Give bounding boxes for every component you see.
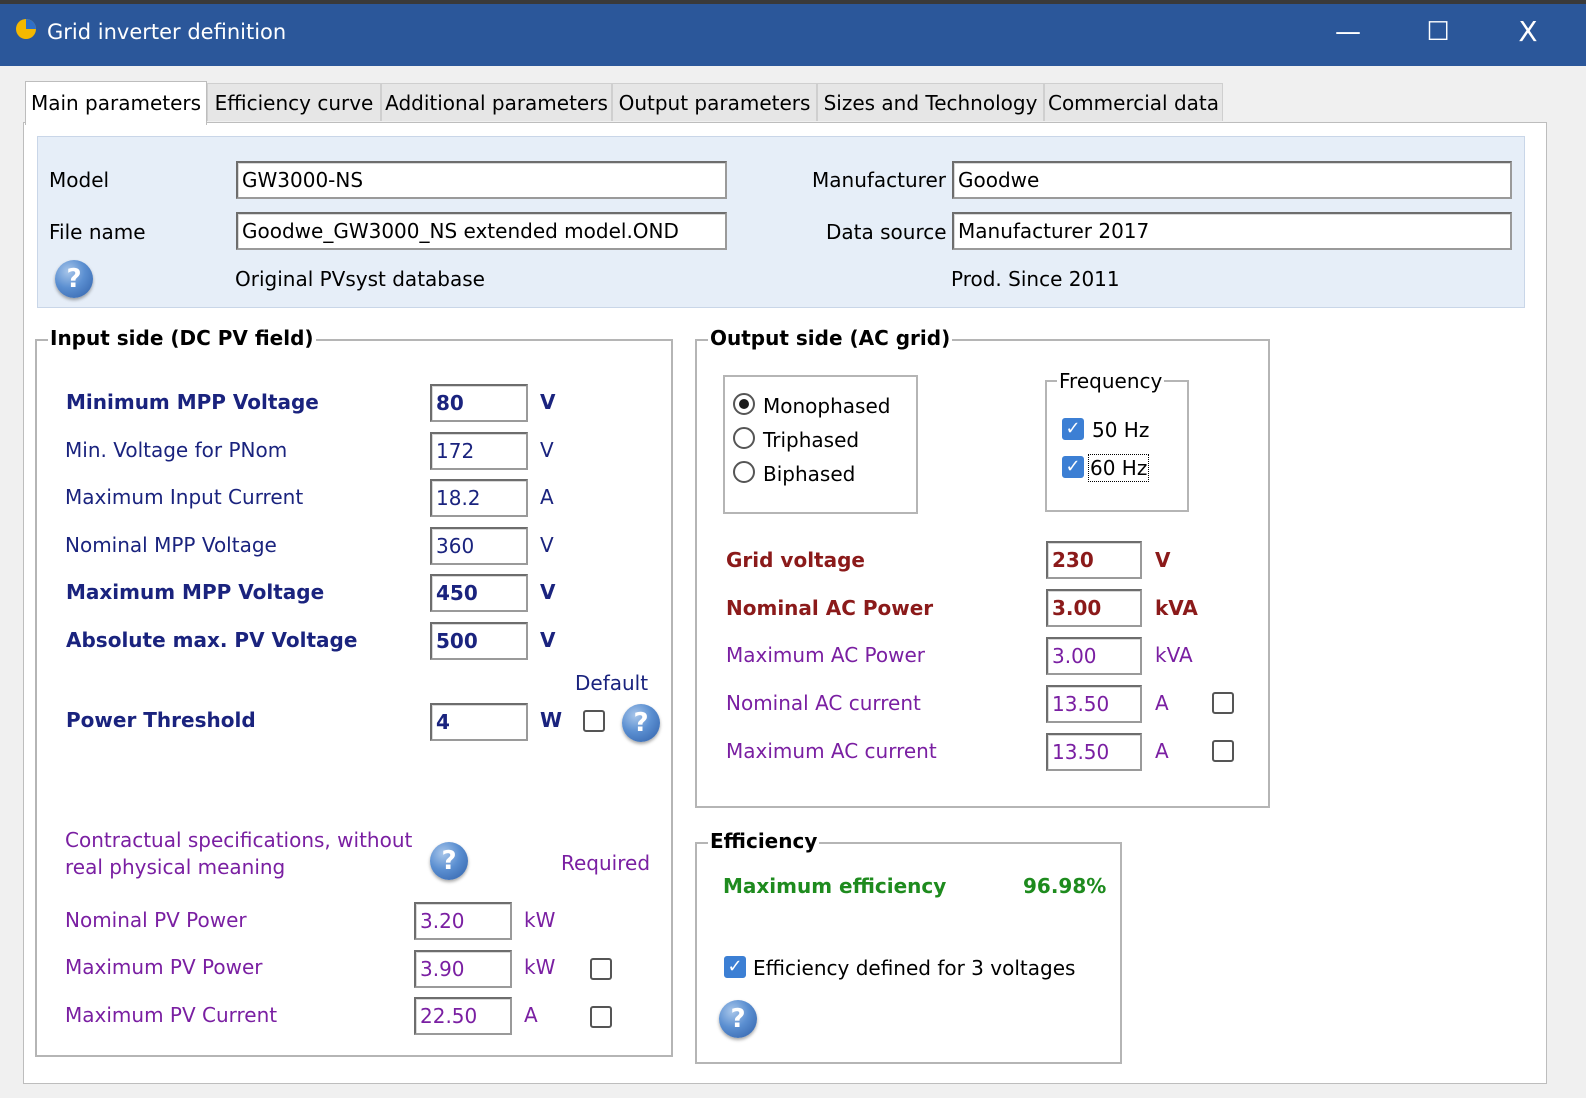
freq-50hz-label: 50 Hz: [1092, 418, 1150, 442]
three-voltages-label: Efficiency defined for 3 voltages: [753, 956, 1076, 980]
nominal-ac-current-input[interactable]: 13.50: [1046, 685, 1142, 723]
nominal-mpp-voltage-label: Nominal MPP Voltage: [65, 533, 277, 557]
max-input-current-unit: A: [540, 485, 554, 509]
max-pv-current-label: Maximum PV Current: [65, 1003, 278, 1027]
nominal-ac-power-unit: kVA: [1155, 596, 1198, 620]
tab-main-parameters[interactable]: Main parameters: [25, 81, 207, 125]
max-ac-power-input[interactable]: 3.00: [1046, 637, 1142, 675]
power-threshold-unit: W: [540, 708, 563, 732]
nominal-mpp-voltage-unit: V: [540, 533, 554, 557]
nominal-pv-power-unit: kW: [524, 908, 556, 932]
max-ac-current-input[interactable]: 13.50: [1046, 733, 1142, 771]
max-pv-current-checkbox[interactable]: [590, 1006, 612, 1028]
grid-voltage-label: Grid voltage: [726, 548, 865, 572]
frequency-group: [1045, 380, 1189, 512]
abs-max-pv-voltage-unit: V: [540, 628, 556, 652]
min-voltage-pnom-label: Min. Voltage for PNom: [65, 438, 288, 462]
nominal-pv-power-label: Nominal PV Power: [65, 908, 247, 932]
min-mpp-voltage-unit: V: [540, 390, 556, 414]
output-side-title: Output side (AC grid): [708, 326, 953, 350]
freq-60hz-checkbox[interactable]: ✓: [1062, 456, 1084, 478]
biphased-label: Biphased: [763, 462, 856, 486]
model-input[interactable]: GW3000-NS: [236, 161, 727, 199]
model-label: Model: [49, 168, 110, 192]
database-note: Original PVsyst database: [235, 267, 485, 291]
help-icon[interactable]: ?: [622, 704, 660, 742]
help-icon[interactable]: ?: [719, 1000, 757, 1038]
nominal-ac-current-checkbox[interactable]: [1212, 692, 1234, 714]
tab-sizes-technology[interactable]: Sizes and Technology: [817, 83, 1044, 121]
file-name-label: File name: [49, 220, 146, 244]
min-voltage-pnom-input[interactable]: 172: [430, 432, 528, 470]
max-ac-current-unit: A: [1155, 739, 1169, 763]
nominal-ac-current-label: Nominal AC current: [726, 691, 921, 715]
max-ac-power-unit: kVA: [1155, 643, 1193, 667]
tab-output-parameters[interactable]: Output parameters: [612, 83, 817, 121]
triphased-radio[interactable]: [733, 427, 755, 449]
monophased-radio[interactable]: [733, 393, 755, 415]
max-pv-current-input[interactable]: 22.50: [414, 997, 512, 1035]
freq-50hz-checkbox[interactable]: ✓: [1062, 418, 1084, 440]
max-pv-power-label: Maximum PV Power: [65, 955, 263, 979]
nominal-pv-power-input[interactable]: 3.20: [414, 902, 512, 940]
max-pv-power-unit: kW: [524, 955, 556, 979]
prod-since: Prod. Since 2011: [951, 267, 1120, 291]
abs-max-pv-voltage-label: Absolute max. PV Voltage: [66, 628, 358, 652]
input-side-title: Input side (DC PV field): [48, 326, 316, 350]
abs-max-pv-voltage-input[interactable]: 500: [430, 622, 528, 660]
tab-efficiency-curve[interactable]: Efficiency curve: [207, 83, 381, 121]
grid-voltage-unit: V: [1155, 548, 1171, 572]
close-button[interactable]: X: [1498, 14, 1558, 50]
max-efficiency-value: 96.98%: [1023, 874, 1107, 898]
nominal-ac-power-label: Nominal AC Power: [726, 596, 934, 620]
triphased-label: Triphased: [763, 428, 860, 452]
power-threshold-default-checkbox[interactable]: [583, 710, 605, 732]
three-voltages-checkbox[interactable]: ✓: [724, 956, 746, 978]
max-pv-current-unit: A: [524, 1003, 538, 1027]
help-icon[interactable]: ?: [55, 260, 93, 298]
tab-commercial-data[interactable]: Commercial data: [1044, 83, 1223, 121]
help-icon[interactable]: ?: [430, 842, 468, 880]
maximize-button[interactable]: ☐: [1408, 14, 1468, 50]
power-threshold-input[interactable]: 4: [430, 703, 528, 741]
max-mpp-voltage-unit: V: [540, 580, 556, 604]
contractual-note: Contractual specifications, without real…: [65, 828, 413, 879]
data-source-label: Data source: [826, 220, 947, 244]
manufacturer-label: Manufacturer: [812, 168, 946, 192]
max-efficiency-label: Maximum efficiency: [723, 874, 947, 898]
max-pv-power-checkbox[interactable]: [590, 958, 612, 980]
frequency-title: Frequency: [1057, 369, 1165, 393]
app-icon: [14, 17, 38, 41]
max-pv-power-input[interactable]: 3.90: [414, 950, 512, 988]
window-title: Grid inverter definition: [47, 20, 287, 44]
max-mpp-voltage-label: Maximum MPP Voltage: [66, 580, 325, 604]
max-ac-power-label: Maximum AC Power: [726, 643, 926, 667]
min-mpp-voltage-label: Minimum MPP Voltage: [66, 390, 319, 414]
grid-voltage-input[interactable]: 230: [1046, 541, 1142, 579]
min-mpp-voltage-input[interactable]: 80: [430, 384, 528, 422]
monophased-label: Monophased: [763, 394, 891, 418]
required-label: Required: [561, 851, 651, 875]
nominal-ac-power-input[interactable]: 3.00: [1046, 589, 1142, 627]
freq-60hz-label: 60 Hz: [1087, 454, 1150, 482]
max-ac-current-label: Maximum AC current: [726, 739, 937, 763]
file-name-input[interactable]: Goodwe_GW3000_NS extended model.OND: [236, 212, 727, 250]
min-voltage-pnom-unit: V: [540, 438, 554, 462]
minimize-button[interactable]: —: [1318, 14, 1378, 50]
max-input-current-label: Maximum Input Current: [65, 485, 304, 509]
data-source-input[interactable]: Manufacturer 2017: [952, 212, 1512, 250]
max-mpp-voltage-input[interactable]: 450: [430, 574, 528, 612]
manufacturer-input[interactable]: Goodwe: [952, 161, 1512, 199]
max-input-current-input[interactable]: 18.2: [430, 479, 528, 517]
nominal-ac-current-unit: A: [1155, 691, 1169, 715]
tab-additional-parameters[interactable]: Additional parameters: [381, 83, 612, 121]
power-threshold-label: Power Threshold: [66, 708, 256, 732]
nominal-mpp-voltage-input[interactable]: 360: [430, 527, 528, 565]
biphased-radio[interactable]: [733, 461, 755, 483]
efficiency-title: Efficiency: [708, 829, 820, 853]
default-label: Default: [575, 671, 649, 695]
max-ac-current-checkbox[interactable]: [1212, 740, 1234, 762]
